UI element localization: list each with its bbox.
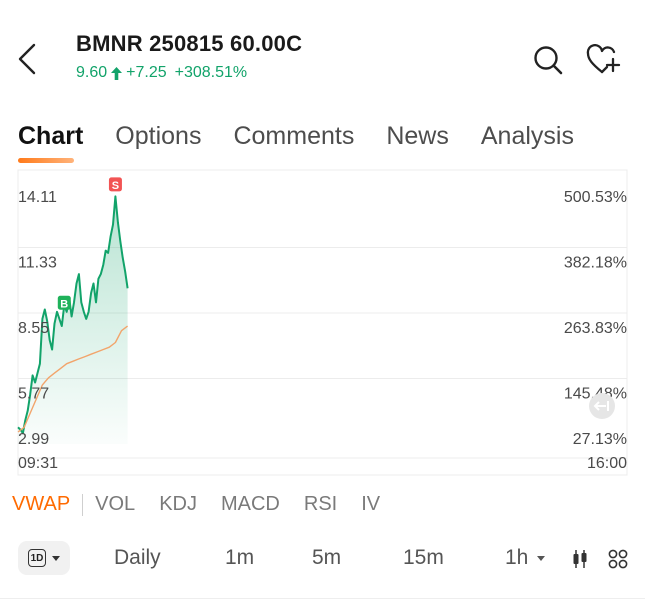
search-icon — [534, 46, 563, 75]
price-chart[interactable]: 14.11 500.53% 11.33 382.18% 8.55 263.83% 5.77 1… — [0, 168, 645, 478]
caret-down-icon — [52, 555, 60, 561]
tab-chart[interactable]: Chart — [18, 122, 83, 163]
calendar-1d-icon: 1D — [28, 549, 46, 567]
y-tick-label-right: 27.13% — [573, 431, 627, 448]
chevron-left-icon — [18, 43, 36, 75]
back-button[interactable] — [14, 42, 44, 76]
indicator-bar: VWAP VOL KDJ MACD RSI IV — [12, 493, 404, 516]
period-5m[interactable]: 5m — [312, 546, 341, 570]
price-change-percent: +308.51% — [174, 64, 248, 81]
y-tick-label-right: 263.83% — [564, 320, 627, 337]
add-to-watchlist-button[interactable] — [586, 44, 621, 76]
x-tick-label: 09:31 — [18, 455, 58, 472]
y-tick-label-left: 11.33 — [18, 255, 57, 272]
candlestick-button[interactable] — [572, 549, 588, 574]
y-tick-label-right: 500.53% — [564, 189, 627, 206]
reset-view-button[interactable] — [589, 393, 615, 419]
y-tick-label-left: 8.55 — [18, 320, 49, 337]
marker-label: B — [60, 298, 68, 310]
period-1h[interactable]: 1h — [505, 546, 546, 570]
arrow-up-icon — [111, 66, 123, 80]
y-tick-label-left: 14.11 — [18, 189, 57, 206]
buy-marker: B — [57, 295, 71, 310]
search-button[interactable] — [532, 44, 564, 76]
tab-analysis[interactable]: Analysis — [481, 122, 574, 151]
marker-label: S — [112, 180, 119, 192]
tab-comments[interactable]: Comments — [233, 122, 354, 151]
period-bar: 1D Daily 1m 5m 15m 1h — [18, 538, 630, 582]
y-tick-label-right: 382.18% — [564, 255, 627, 272]
sell-marker: S — [108, 177, 122, 192]
bottom-divider — [0, 598, 645, 599]
last-price: 9.60 — [76, 64, 108, 81]
grid-icon — [608, 549, 628, 569]
indicator-separator — [82, 493, 84, 516]
tab-bar: Chart Options Comments News Analysis — [18, 122, 574, 163]
page-title: BMNR 250815 60.00C — [76, 31, 303, 56]
indicator-vwap[interactable]: VWAP — [12, 493, 70, 516]
grid-layout-button[interactable] — [608, 549, 628, 574]
quote-line: 9.60 +7.25 +308.51% — [76, 64, 247, 82]
tab-news[interactable]: News — [386, 122, 449, 151]
indicator-macd[interactable]: MACD — [221, 493, 280, 516]
candlestick-icon — [573, 550, 587, 568]
price-change: +7.25 — [126, 64, 167, 81]
tab-options[interactable]: Options — [115, 122, 201, 151]
heart-plus-icon — [586, 44, 621, 74]
period-1m[interactable]: 1m — [225, 546, 254, 570]
caret-down-icon — [537, 555, 546, 561]
period-1h-label: 1h — [505, 546, 529, 569]
x-tick-label: 16:00 — [587, 455, 627, 472]
y-tick-label-left: 2.99 — [18, 431, 49, 448]
indicator-kdj[interactable]: KDJ — [159, 493, 197, 516]
period-selector[interactable]: 1D — [18, 541, 70, 575]
indicator-rsi[interactable]: RSI — [304, 493, 337, 516]
period-daily[interactable]: Daily — [114, 546, 161, 570]
indicator-vol[interactable]: VOL — [95, 493, 135, 516]
y-tick-label-left: 5.77 — [18, 386, 49, 403]
period-15m[interactable]: 15m — [403, 546, 444, 570]
indicator-iv[interactable]: IV — [361, 493, 380, 516]
